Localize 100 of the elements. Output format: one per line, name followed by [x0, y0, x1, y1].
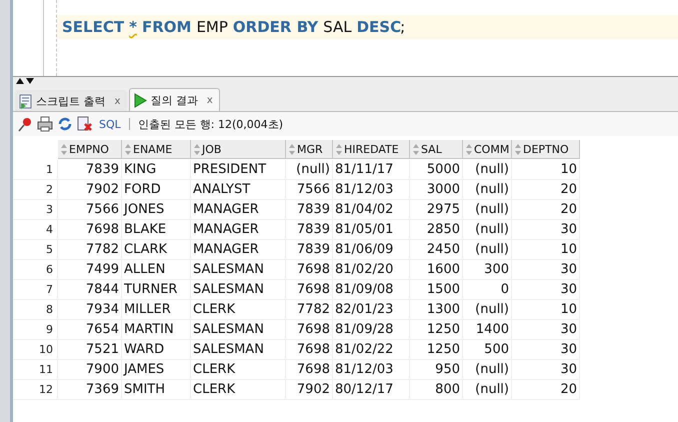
table-cell: SALESMAN — [191, 320, 286, 340]
row-number: 10 — [13, 340, 58, 360]
result-tab[interactable]: 질의 결과 x — [129, 88, 220, 111]
table-cell: KING — [122, 160, 191, 180]
result-tab[interactable]: 스크립트 출력 x — [15, 90, 128, 111]
table-cell: 81/02/22 — [333, 340, 410, 360]
table-cell: 1500 — [410, 280, 463, 300]
fetch-status: 인출된 모든 행: 12(0,004초) — [138, 116, 284, 132]
row-number: 7 — [13, 280, 58, 300]
table-cell: MILLER — [122, 300, 191, 320]
table-cell: MANAGER — [191, 240, 286, 260]
table-cell: TURNER — [122, 280, 191, 300]
document-icon — [19, 94, 33, 108]
table-cell: 7839 — [58, 160, 122, 180]
row-number: 2 — [13, 180, 58, 200]
table-cell: 81/06/09 — [333, 240, 410, 260]
column-header[interactable]: SAL — [410, 140, 463, 159]
table-cell: 1250 — [410, 340, 463, 360]
table-cell: 0 — [463, 280, 512, 300]
table-cell: 7839 — [286, 220, 333, 240]
table-cell: ANALYST — [191, 180, 286, 200]
table-cell: 7566 — [286, 180, 333, 200]
table-cell: 7698 — [286, 260, 333, 280]
table-cell: 81/02/20 — [333, 260, 410, 280]
close-icon[interactable]: x — [206, 94, 213, 106]
table-cell: JONES — [122, 200, 191, 220]
table-cell: 7698 — [286, 320, 333, 340]
table-cell: FORD — [122, 180, 191, 200]
row-number: 6 — [13, 260, 58, 280]
table-cell: 10 — [512, 240, 580, 260]
table-cell: 1250 — [410, 320, 463, 340]
table-cell: 20 — [512, 380, 580, 400]
table-cell: 7698 — [286, 360, 333, 380]
table-cell: WARD — [122, 340, 191, 360]
table-cell: 3000 — [410, 180, 463, 200]
table-cell: 5000 — [410, 160, 463, 180]
column-header[interactable]: MGR — [286, 140, 333, 159]
sort-icon — [194, 144, 200, 154]
table-cell: 7844 — [58, 280, 122, 300]
pin-icon[interactable] — [17, 116, 33, 132]
table-cell: 7521 — [58, 340, 122, 360]
column-header[interactable]: HIREDATE — [333, 140, 410, 159]
table-cell: 81/11/17 — [333, 160, 410, 180]
close-icon[interactable]: x — [114, 96, 120, 106]
table-cell: ALLEN — [122, 260, 191, 280]
row-number: 11 — [13, 360, 58, 380]
row-number: 8 — [13, 300, 58, 320]
table-cell: 7698 — [58, 220, 122, 240]
column-header[interactable]: ENAME — [122, 140, 191, 159]
table-cell: 500 — [463, 340, 512, 360]
printer-icon[interactable] — [37, 116, 53, 132]
row-number: 5 — [13, 240, 58, 260]
table-cell: 1300 — [410, 300, 463, 320]
table-cell: 300 — [463, 260, 512, 280]
table-cell: 10 — [512, 160, 580, 180]
column-header[interactable]: EMPNO — [58, 140, 122, 159]
column-header[interactable]: JOB — [191, 140, 286, 159]
splitter-arrows-icon[interactable] — [15, 77, 35, 84]
table-cell: 30 — [512, 260, 580, 280]
table-cell: SALESMAN — [191, 280, 286, 300]
table-cell: 7839 — [286, 240, 333, 260]
table-cell: 7698 — [286, 340, 333, 360]
table-cell: SMITH — [122, 380, 191, 400]
table-cell: (null) — [463, 180, 512, 200]
table-cell: CLERK — [191, 300, 286, 320]
table-cell: SALESMAN — [191, 260, 286, 280]
table-cell: JAMES — [122, 360, 191, 380]
table-cell: 7902 — [58, 180, 122, 200]
table-cell: 81/05/01 — [333, 220, 410, 240]
sort-icon — [61, 144, 67, 154]
column-header[interactable]: COMM — [463, 140, 512, 159]
sort-icon — [466, 144, 472, 154]
sort-icon — [515, 144, 521, 154]
table-cell: 81/12/03 — [333, 180, 410, 200]
table-cell: 81/09/08 — [333, 280, 410, 300]
table-cell: 10 — [512, 300, 580, 320]
refresh-icon[interactable] — [57, 116, 73, 132]
table-cell: 2975 — [410, 200, 463, 220]
table-cell: BLAKE — [122, 220, 191, 240]
row-number: 9 — [13, 320, 58, 340]
table-cell: 81/12/03 — [333, 360, 410, 380]
table-cell: (null) — [463, 160, 512, 180]
tab-label: 질의 결과 — [150, 92, 198, 108]
table-cell: 7900 — [58, 360, 122, 380]
table-cell: 7698 — [286, 280, 333, 300]
row-number: 12 — [13, 380, 58, 400]
table-cell: 2850 — [410, 220, 463, 240]
table-cell: 81/04/02 — [333, 200, 410, 220]
delete-document-icon[interactable] — [77, 116, 93, 132]
table-cell: 7902 — [286, 380, 333, 400]
table-cell: MARTIN — [122, 320, 191, 340]
table-cell: 30 — [512, 280, 580, 300]
sql-link[interactable]: SQL — [99, 118, 121, 130]
table-cell: 30 — [512, 360, 580, 380]
table-cell: (null) — [463, 300, 512, 320]
table-cell: 7782 — [286, 300, 333, 320]
sort-icon — [289, 144, 295, 154]
column-header[interactable]: DEPTNO — [512, 140, 580, 159]
table-cell: PRESIDENT — [191, 160, 286, 180]
table-cell: 7369 — [58, 380, 122, 400]
